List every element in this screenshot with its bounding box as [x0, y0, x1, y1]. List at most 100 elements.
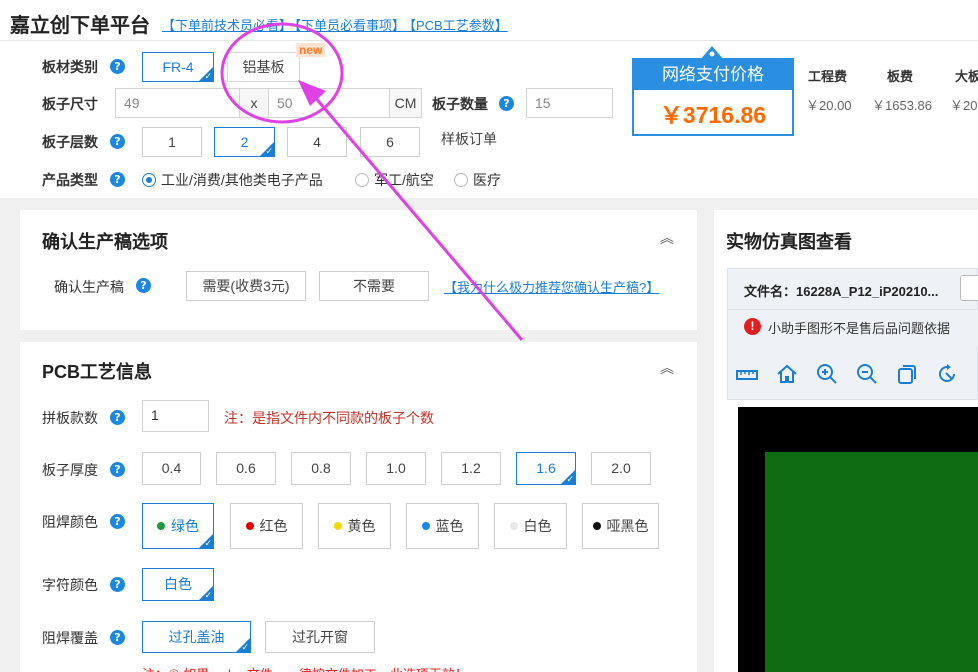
quantity-input[interactable]: 15	[526, 88, 613, 118]
copy-icon[interactable]	[896, 363, 918, 385]
warning-text: 小助手图形不是售后品问题依据	[768, 321, 951, 336]
panel-count-note: 注：是指文件内不同款的板子个数	[224, 410, 434, 426]
viewer-title: 实物仿真图查看	[726, 232, 852, 252]
color-label: 绿色	[171, 518, 199, 534]
total-price: ￥3716.86	[659, 102, 767, 128]
color-label: 白色	[523, 518, 552, 534]
color-dot	[157, 522, 165, 530]
fee-value: ￥20.00	[806, 98, 852, 113]
thickness-option[interactable]: 0.4	[142, 452, 201, 485]
mask-cover-tented[interactable]: 过孔盖油	[142, 621, 251, 653]
link-pcb-params[interactable]: 【PCB工艺参数】	[403, 15, 508, 34]
radio-label: 医疗	[473, 172, 501, 188]
thickness-option-selected[interactable]: 1.6	[516, 452, 576, 485]
help-icon[interactable]: ?	[110, 577, 125, 592]
layers-option-1[interactable]: 1	[142, 127, 202, 157]
radio-label: 军工/航空	[374, 172, 434, 188]
thickness-option[interactable]: 0.6	[216, 452, 276, 485]
mask-color-green[interactable]: 绿色	[142, 503, 214, 549]
thickness-option[interactable]: 2.0	[591, 452, 651, 485]
thickness-label: 板子厚度	[42, 462, 98, 478]
color-dot	[509, 522, 518, 530]
warning-icon: !	[744, 318, 761, 335]
thickness-option[interactable]: 1.0	[366, 452, 426, 485]
quantity-label: 板子数量	[432, 96, 488, 112]
why-confirm-link[interactable]: 【我为什么极力推荐您确认生产稿?】	[444, 277, 659, 296]
rotate-icon[interactable]	[936, 363, 958, 385]
silk-color-label: 字符颜色	[42, 577, 98, 593]
layers-option-6[interactable]: 6	[360, 127, 420, 157]
color-dot	[245, 522, 254, 530]
fee-name: 大板	[955, 69, 978, 84]
mask-cover-note: 注：① 如果gerber文件……律按文件加工，此选项无效！	[142, 664, 468, 672]
price-heading: 网络支付价格	[634, 60, 792, 90]
link-order-notes[interactable]: 【下单员必看事项】	[288, 15, 405, 34]
mask-cover-open[interactable]: 过孔开窗	[265, 621, 375, 653]
layers-option-2[interactable]: 2	[214, 127, 275, 157]
mask-color-yellow[interactable]: 黄色	[318, 503, 391, 549]
help-icon[interactable]: ?	[499, 96, 514, 111]
home-icon[interactable]	[776, 363, 798, 385]
help-icon[interactable]: ?	[136, 278, 151, 293]
product-type-radio-military[interactable]: 军工/航空	[355, 170, 434, 190]
collapse-icon[interactable]: ︽	[660, 228, 674, 248]
layers-option-4[interactable]: 4	[287, 127, 347, 157]
help-icon[interactable]: ?	[110, 462, 125, 477]
product-type-radio-medical[interactable]: 医疗	[454, 170, 501, 190]
material-option-fr4[interactable]: FR-4	[142, 52, 214, 82]
mask-color-label: 阻焊颜色	[42, 514, 98, 530]
fee-name: 工程费	[808, 69, 848, 84]
app-title: 嘉立创下单平台	[10, 15, 150, 37]
pcb-board-render	[765, 452, 978, 672]
file-name: 文件名：16228A_P12_iP20210...	[744, 284, 939, 299]
help-icon[interactable]: ?	[110, 59, 125, 74]
radio-icon	[454, 173, 468, 187]
help-icon[interactable]: ?	[110, 630, 125, 645]
silk-color-white[interactable]: 白色	[142, 568, 214, 601]
fee-name: 板费	[887, 69, 914, 84]
link-tech-notes[interactable]: 【下单前技术员必看】	[162, 15, 292, 34]
zoom-out-icon[interactable]	[856, 363, 878, 385]
product-type-radio-industrial[interactable]: 工业/消费/其他类电子产品	[142, 170, 323, 190]
confirm-option-no[interactable]: 不需要	[319, 271, 429, 301]
help-icon[interactable]: ?	[110, 172, 125, 187]
mask-color-blue[interactable]: 蓝色	[406, 503, 479, 549]
confirm-option-yes[interactable]: 需要(收费3元)	[186, 271, 306, 301]
fee-value: ￥20	[950, 98, 978, 113]
color-label: 黄色	[347, 518, 376, 534]
color-dot	[421, 522, 430, 530]
ruler-icon[interactable]	[736, 363, 758, 385]
file-select-button[interactable]	[960, 275, 978, 301]
height-input[interactable]: 50	[268, 88, 390, 118]
color-label: 哑黑色	[606, 518, 649, 534]
thickness-option[interactable]: 1.2	[441, 452, 501, 485]
confirm-row-label: 确认生产稿	[54, 279, 124, 295]
mask-color-red[interactable]: 红色	[230, 503, 303, 549]
color-dot	[333, 522, 342, 530]
help-icon[interactable]: ?	[110, 410, 125, 425]
unit-label: CM	[390, 88, 422, 118]
radio-icon	[355, 173, 369, 187]
collapse-icon[interactable]: ︽	[660, 358, 674, 378]
mask-color-matte-black[interactable]: 哑黑色	[582, 503, 659, 549]
radio-label: 工业/消费/其他类电子产品	[161, 172, 323, 188]
layers-label: 板子层数	[42, 134, 98, 150]
material-option-aluminum[interactable]: 铝基板	[227, 52, 300, 82]
panel-count-input[interactable]: 1	[142, 400, 209, 432]
times-sign: x	[240, 88, 268, 118]
material-label: 板材类别	[42, 59, 98, 75]
width-input[interactable]: 49	[115, 88, 240, 118]
thickness-option[interactable]: 0.8	[291, 452, 351, 485]
radio-icon	[142, 173, 156, 187]
color-label: 蓝色	[435, 518, 464, 534]
product-type-label: 产品类型	[42, 172, 98, 188]
zoom-in-icon[interactable]	[816, 363, 838, 385]
help-icon[interactable]: ?	[110, 134, 125, 149]
help-icon[interactable]: ?	[110, 514, 125, 529]
confirm-card-title: 确认生产稿选项	[42, 232, 168, 252]
fee-value: ￥1653.86	[872, 98, 932, 113]
viewer-toolbar	[727, 346, 978, 400]
color-dot	[592, 522, 601, 530]
new-badge: new	[296, 43, 326, 57]
mask-color-white[interactable]: 白色	[494, 503, 567, 549]
